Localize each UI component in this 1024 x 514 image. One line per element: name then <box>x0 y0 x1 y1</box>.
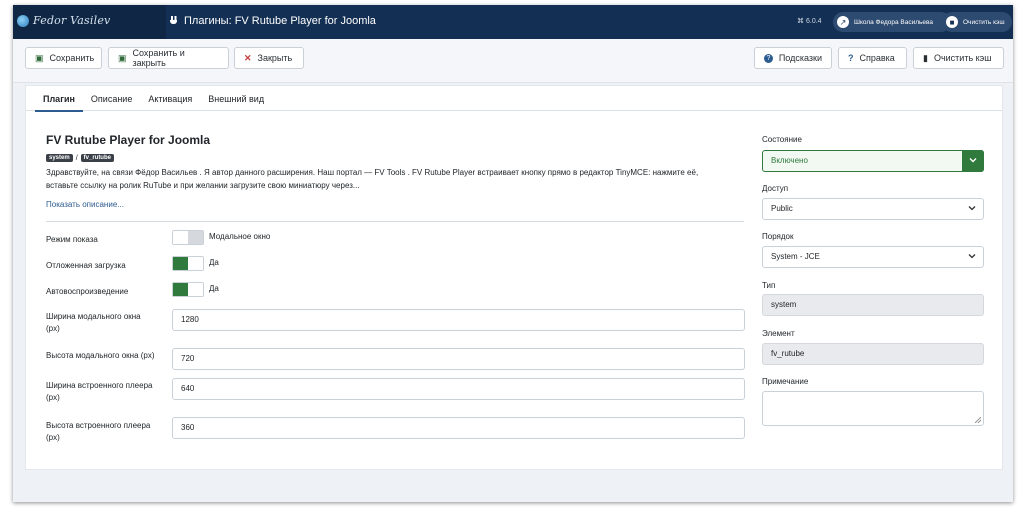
divider <box>46 221 744 222</box>
save-label: Сохранить <box>49 53 95 63</box>
status-select[interactable]: Включено <box>762 150 984 172</box>
page-title: Плагины: FV Rutube Player for Joomla <box>170 15 376 27</box>
note-label: Примечание <box>762 377 809 386</box>
plug-icon <box>170 16 178 26</box>
badge-separator: / <box>75 154 78 162</box>
status-label: Состояние <box>762 135 802 144</box>
question-circle-icon: ? <box>764 53 773 63</box>
tab-plugin[interactable]: Плагин <box>35 86 83 112</box>
tab-bar: Плагин Описание Активация Внешний вид <box>26 86 1002 112</box>
status-value: Включено <box>771 156 808 165</box>
external-link-icon: ↗ <box>837 16 849 28</box>
help-button[interactable]: ? Справка <box>838 47 907 69</box>
show-description-link[interactable]: Показать описание... <box>46 200 124 209</box>
display-mode-value: Модальное окно <box>209 232 271 241</box>
type-field: system <box>762 294 984 316</box>
note-textarea[interactable] <box>762 391 984 426</box>
element-label: Элемент <box>762 329 795 338</box>
element-field: fv_rutube <box>762 343 984 365</box>
chevron-down-icon <box>968 206 976 211</box>
hints-button[interactable]: ? Подсказки <box>754 47 832 69</box>
floppy-icon: ▣ <box>35 52 44 63</box>
autoplay-switch[interactable] <box>172 282 204 297</box>
trash-icon: ▮ <box>923 52 928 63</box>
page-title-text: Плагины: FV Rutube Player for Joomla <box>184 15 376 27</box>
tab-description[interactable]: Описание <box>83 86 140 111</box>
embed-width-label: Ширина встроенного плеера (px) <box>46 381 153 402</box>
joomla-mark-icon: ⌘ <box>797 18 804 25</box>
lazy-load-switch[interactable] <box>172 256 204 271</box>
modal-width-input[interactable]: 1280 <box>172 309 745 331</box>
display-mode-label: Режим показа <box>46 235 98 244</box>
toolbar: ▣ Сохранить ▣ Сохранить и закрыть ✕ Закр… <box>13 39 1013 83</box>
order-select[interactable]: System - JCE <box>762 246 984 268</box>
embed-width-input[interactable]: 640 <box>172 378 745 400</box>
close-icon: ✕ <box>244 52 252 63</box>
resize-grip-icon[interactable] <box>975 417 981 423</box>
close-button[interactable]: ✕ Закрыть <box>234 47 304 69</box>
access-label: Доступ <box>762 184 789 193</box>
modal-height-label: Высота модального окна (px) <box>46 351 155 360</box>
question-icon: ? <box>848 52 854 63</box>
joomla-icon <box>17 14 29 27</box>
hints-label: Подсказки <box>778 53 822 63</box>
chevron-down-icon <box>968 254 976 259</box>
visit-site-label: Школа Федора Васильева <box>854 18 934 26</box>
version-indicator: ⌘ 6.0.4 <box>797 17 822 26</box>
help-label: Справка <box>859 53 895 63</box>
type-label: Тип <box>762 281 776 290</box>
logo-text: Fedor Vasilev <box>33 14 111 27</box>
top-header: Fedor Vasilev Плагины: FV Rutube Player … <box>13 5 1013 39</box>
modal-width-label: Ширина модального окна (px) <box>46 312 141 333</box>
site-logo[interactable]: Fedor Vasilev <box>17 14 110 27</box>
close-label: Закрыть <box>257 53 293 63</box>
tab-activation[interactable]: Активация <box>140 86 200 111</box>
group-badge: system <box>46 154 73 162</box>
lazy-load-value: Да <box>209 258 219 267</box>
plugin-edit-card: Плагин Описание Активация Внешний вид FV… <box>25 85 1003 470</box>
plugin-description: Здравствуйте, на связи Фёдор Васильев . … <box>46 166 746 192</box>
order-label: Порядок <box>762 232 794 241</box>
floppy-icon: ▣ <box>118 52 127 63</box>
element-badge: fv_rutube <box>80 154 114 162</box>
app-window: Fedor Vasilev Плагины: FV Rutube Player … <box>13 5 1013 502</box>
plugin-title: FV Rutube Player for Joomla <box>46 133 211 147</box>
chevron-down-icon <box>969 158 977 163</box>
version-text: 6.0.4 <box>806 17 822 25</box>
header-clear-cache-button[interactable]: ■ Очистить кэш <box>942 12 1012 32</box>
clear-cache-button[interactable]: ▮ Очистить кэш <box>913 47 1004 69</box>
autoplay-value: Да <box>209 284 219 293</box>
visit-site-button[interactable]: ↗ Школа Федора Васильева <box>833 12 951 32</box>
embed-height-label: Высота встроенного плеера (px) <box>46 421 151 442</box>
description-line-2: вставьте ссылку на ролик RuTube и при же… <box>46 181 360 190</box>
description-line-1: Здравствуйте, на связи Фёдор Васильев . … <box>46 168 699 177</box>
access-value: Public <box>771 204 793 213</box>
display-mode-switch[interactable] <box>172 230 204 245</box>
embed-height-input[interactable]: 360 <box>172 417 745 439</box>
modal-height-input[interactable]: 720 <box>172 348 745 370</box>
header-clear-cache-label: Очистить кэш <box>963 18 1005 26</box>
trash-icon: ■ <box>946 16 958 28</box>
lazy-load-label: Отложенная загрузка <box>46 261 126 270</box>
save-close-button[interactable]: ▣ Сохранить и закрыть <box>108 47 229 69</box>
save-button[interactable]: ▣ Сохранить <box>25 47 102 69</box>
clear-cache-label: Очистить кэш <box>933 53 992 63</box>
save-close-label: Сохранить и закрыть <box>132 48 185 68</box>
autoplay-label: Автовоспроизведение <box>46 287 129 296</box>
plugin-badges: system / fv_rutube <box>46 154 114 162</box>
tab-appearance[interactable]: Внешний вид <box>200 86 272 111</box>
order-value: System - JCE <box>771 252 820 261</box>
access-select[interactable]: Public <box>762 198 984 220</box>
